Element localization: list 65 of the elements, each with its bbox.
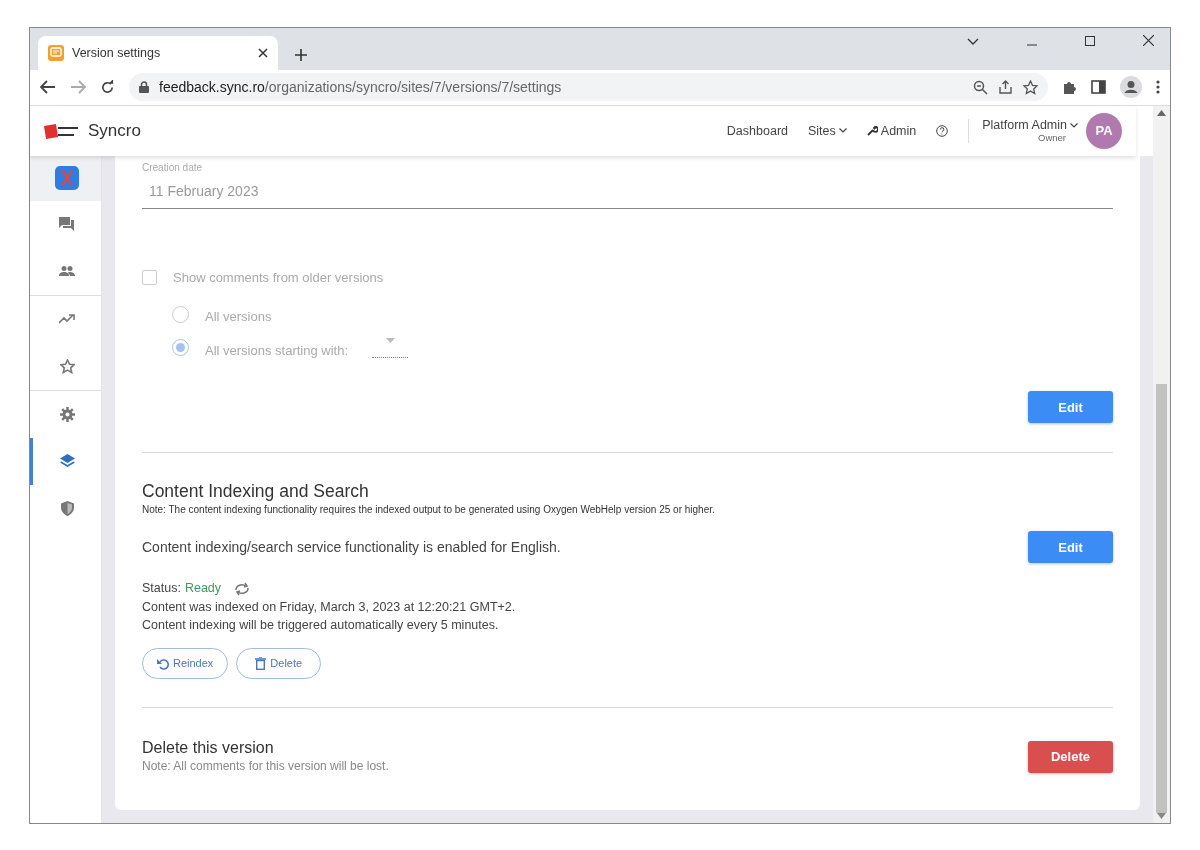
creation-date-field: 11 February 2023	[142, 174, 1113, 209]
refresh-icon[interactable]	[233, 581, 252, 596]
profile-icon[interactable]	[1120, 76, 1142, 99]
star-icon	[59, 358, 75, 374]
logo-icon	[44, 122, 80, 139]
status-label: Status:	[142, 580, 181, 598]
nav-link[interactable]: Dashboard	[726, 121, 788, 141]
nav-dropdown[interactable]: Sites	[808, 121, 847, 141]
forward-icon[interactable]	[70, 80, 86, 95]
layers-icon	[59, 454, 75, 469]
zoom-icon[interactable]	[973, 79, 988, 95]
reindex-button[interactable]: Reindex	[142, 648, 229, 680]
gear-icon	[59, 406, 75, 422]
field-label: Creation date	[142, 160, 204, 175]
scroll-up-icon[interactable]	[1157, 109, 1166, 116]
radio-label: All versions starting with:	[205, 341, 349, 360]
version-select[interactable]	[372, 337, 409, 358]
user-menu[interactable]: Platform Admin Owner	[982, 118, 1078, 143]
brand-name[interactable]: Syncro	[88, 118, 141, 144]
feedback-icon	[48, 44, 64, 61]
section-note: Note: The content indexing functionality requires the indexed output to be generated using Oxygen WebHelp version 25 or higher.	[142, 503, 716, 518]
address-bar[interactable]: feedback.sync.ro/organizations/syncro/sites/7/versions/7/settings	[129, 73, 1048, 102]
menu-icon[interactable]	[1156, 80, 1160, 95]
back-icon[interactable]	[40, 80, 56, 95]
chevron-down-icon[interactable]	[967, 37, 979, 46]
delete-button[interactable]: Delete	[236, 648, 322, 680]
scrollbar[interactable]	[1153, 105, 1170, 823]
close-icon[interactable]	[258, 47, 268, 58]
close-icon[interactable]	[1143, 34, 1154, 46]
info-text: Content was indexed on Friday, March 3, 2023 at 12:20:21 GMT+2.	[142, 599, 517, 617]
trash-icon	[255, 657, 267, 671]
maximize-icon[interactable]	[1085, 35, 1095, 46]
undo-icon	[157, 657, 169, 671]
url-text: feedback.sync.ro/organizations/syncro/sites/7/versions/7/settings	[159, 77, 563, 97]
new-tab-icon[interactable]	[294, 47, 308, 62]
delete-button[interactable]: Delete	[1028, 740, 1113, 773]
users-icon	[59, 266, 75, 277]
lock-icon	[139, 81, 149, 94]
help-icon[interactable]	[936, 124, 949, 137]
wrench-icon	[866, 125, 878, 137]
app-logo-icon	[55, 166, 79, 191]
section-note: Note: All comments for this version will be lost.	[142, 758, 389, 776]
browser-tab[interactable]: Version settings	[38, 35, 278, 70]
info-text: Content indexing will be triggered automatically every 5 minutes.	[142, 617, 500, 635]
section-title: Content Indexing and Search	[142, 481, 370, 503]
chevron-down-icon	[1070, 123, 1078, 129]
section-title: Delete this version	[142, 738, 275, 758]
puzzle-icon[interactable]	[1062, 79, 1077, 95]
caret-icon	[385, 337, 395, 343]
share-icon[interactable]	[998, 79, 1013, 95]
checkbox-label: Show comments from older versions	[173, 268, 384, 287]
nav-link[interactable]: Admin	[866, 121, 917, 141]
status-value: Ready	[184, 580, 222, 598]
shield-icon	[60, 500, 74, 516]
reload-icon[interactable]	[100, 79, 115, 95]
chevron-down-icon	[838, 128, 847, 134]
star-icon[interactable]	[1023, 79, 1038, 95]
status-message: Content indexing/search service functionality is enabled for English.	[142, 537, 561, 557]
side-panel-icon[interactable]	[1091, 80, 1106, 95]
tab-title: Version settings	[72, 44, 162, 62]
trend-icon	[59, 314, 75, 325]
sidebar-item[interactable]	[30, 155, 101, 201]
minimize-icon[interactable]	[1027, 43, 1037, 46]
comments-icon	[59, 217, 75, 232]
radio-label: All versions	[205, 308, 272, 327]
